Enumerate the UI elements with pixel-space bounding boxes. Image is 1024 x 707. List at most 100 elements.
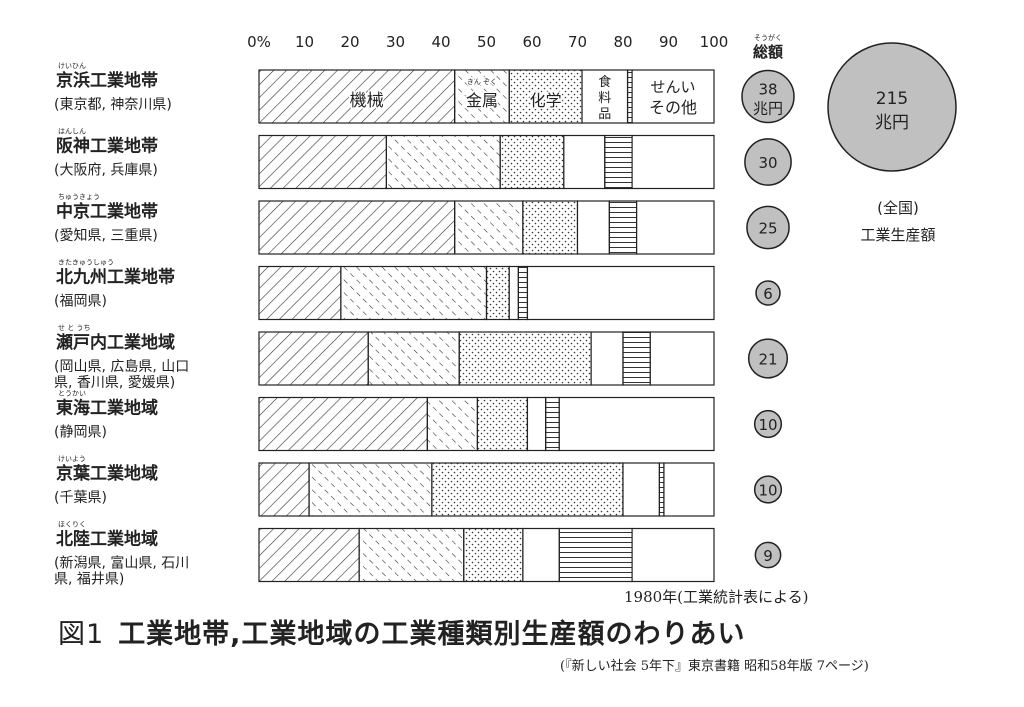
total-header: 総額 [753,43,783,61]
segment-label-metal-ruby: きん ぞく [467,78,497,86]
bar-segment-textile [604,134,633,190]
region-label: ちゅうきょう中京工業地帯 (愛知県, 三重県) [54,193,158,244]
bar-segment-machinery [258,396,428,452]
total-unit: 兆円 [753,100,783,118]
national-total: 215 兆円 (全国) 工業生産額 [827,42,957,244]
bar-segment-textile [545,396,560,452]
region-name-ruby: きたきゅうしゅう [58,259,114,267]
bar-segment-metal [308,462,433,517]
bar-segment-machinery [258,331,369,386]
bar-segment-textile [517,265,529,321]
citation: (『新しい社会 5年下』東京書籍 昭和58年版 7ページ) [560,659,869,674]
bar-segment-chemical [476,396,529,452]
total-value: 10 [758,416,777,434]
bar-segment-metal [426,396,479,452]
region-name: 京葉工業地域 [56,463,158,484]
bar-segment-other [663,462,715,517]
segment-label-metal: 金属 [466,91,498,110]
region-name: 中京工業地帯 [56,201,158,222]
segment-label-machinery: 機械 [350,91,384,111]
segment-label-food: 料 [598,91,611,106]
region-name: 東海工業地域 [56,398,158,419]
bar-segment-chemical [463,527,524,583]
total-value: 10 [758,482,777,500]
national-total-unit: 兆円 [875,113,909,133]
region-name-ruby: はんしん [58,128,86,136]
region-name-ruby: ちゅうきょう [58,193,100,201]
x-tick-label: 70 [568,33,587,51]
region-name: 瀬戸内工業地域 [56,332,175,353]
total-value: 21 [758,351,777,369]
bar-segment-other [631,134,715,190]
bar-segment-chemical [431,462,624,517]
bar-segment-metal [454,200,524,255]
bar-segment-chemical [485,265,510,321]
total-value: 6 [763,285,773,303]
region-label: とうかい東海工業地域 (静岡県) [54,390,158,441]
bar-segment-other [526,265,715,321]
bar-segment-other [558,396,715,452]
bar-segment-chemical [499,134,565,190]
x-tick-label: 90 [659,33,678,51]
bar-segment-other [636,200,715,255]
region-prefectures: (愛知県, 三重県) [54,227,158,244]
bar-segment-chemical [458,331,592,386]
region-prefectures: (東京都, 神奈川県) [54,97,172,113]
total-value: 38 [758,81,777,99]
bar-segment-textile [626,69,633,124]
region-label: せ と うち瀬戸内工業地域(岡山県, 広島県, 山口県, 香川県, 愛媛県) [54,324,189,391]
totals-column: そうがく 総額 38兆円 30 25 6 21 10 10 9 [741,33,795,569]
bar-segment-food [526,396,547,452]
national-caption: (全国) [877,199,919,217]
total-value: 30 [758,154,777,172]
x-tick-label: 100 [700,33,729,51]
bar-segment-food [590,331,624,386]
bar-segment-machinery [258,265,342,321]
region-name-ruby: ほくりく [58,521,86,529]
x-tick-label: 60 [522,33,541,51]
region-name-ruby: けいよう [58,455,86,463]
x-tick-label: 20 [340,33,359,51]
region-name-ruby: とうかい [58,390,86,398]
bar-segment-metal [385,134,501,190]
segment-label-textile: せんい [651,78,696,96]
bar-chart: 0% 10 20 30 40 50 60 70 80 90 100 けいひん京浜工業地帯 (東京都, … [54,33,957,588]
segment-label-other: その他 [649,98,697,117]
bar-segment-other [649,331,715,386]
region-prefectures: (千葉県) [54,490,107,506]
x-tick-label: 50 [477,33,496,51]
region-name: 阪神工業地帯 [56,136,158,157]
bar-segment-machinery [258,462,310,517]
bar-segment-metal [358,527,465,583]
x-tick-label: 10 [295,33,314,51]
segment-label-food: 品 [598,107,611,122]
x-tick-label: 80 [613,33,632,51]
region-label: ほくりく北陸工業地域 (新潟県, 富山県, 石川県, 福井県) [54,521,189,588]
total-value: 9 [763,547,773,565]
region-prefectures: (福岡県) [54,294,107,310]
region-name: 北九州工業地帯 [56,267,175,288]
x-axis: 0% 10 20 30 40 50 60 70 80 90 100 [247,33,728,51]
region-name-ruby: けいひん [58,62,86,70]
total-header-ruby: そうがく [754,33,782,42]
bar-segment-metal [340,265,488,321]
bar-segment-machinery [258,200,456,255]
figure-title-text: 工業地帯,工業地域の工業種類別生産額のわりあい [118,619,746,650]
region-prefectures: (静岡県) [54,425,107,441]
bar-segment-machinery [258,527,360,583]
bar-segment-textile [608,200,638,255]
national-total-value: 215 [876,89,908,109]
region-prefectures: (大阪府, 兵庫県) [54,162,158,179]
bar-segment-metal [367,331,460,386]
segment-label-food: 食 [598,74,611,90]
bar-segment-chemical [522,200,579,255]
bar-segment-food [563,134,606,190]
region-prefectures: (新潟県, 富山県, 石川 [54,555,189,572]
bar-segment-textile [558,527,633,583]
bar-segment-food [508,265,519,321]
bar-rows: けいひん京浜工業地帯 (東京都, 神奈川県) はんしん阪神工業地帯 (大阪府, 兵庫県… [54,62,715,588]
region-name: 京浜工業地帯 [56,70,158,91]
x-tick-label: 40 [431,33,450,51]
bar-segment-machinery [258,134,388,190]
region-label: けいよう京葉工業地域 (千葉県) [54,455,158,506]
